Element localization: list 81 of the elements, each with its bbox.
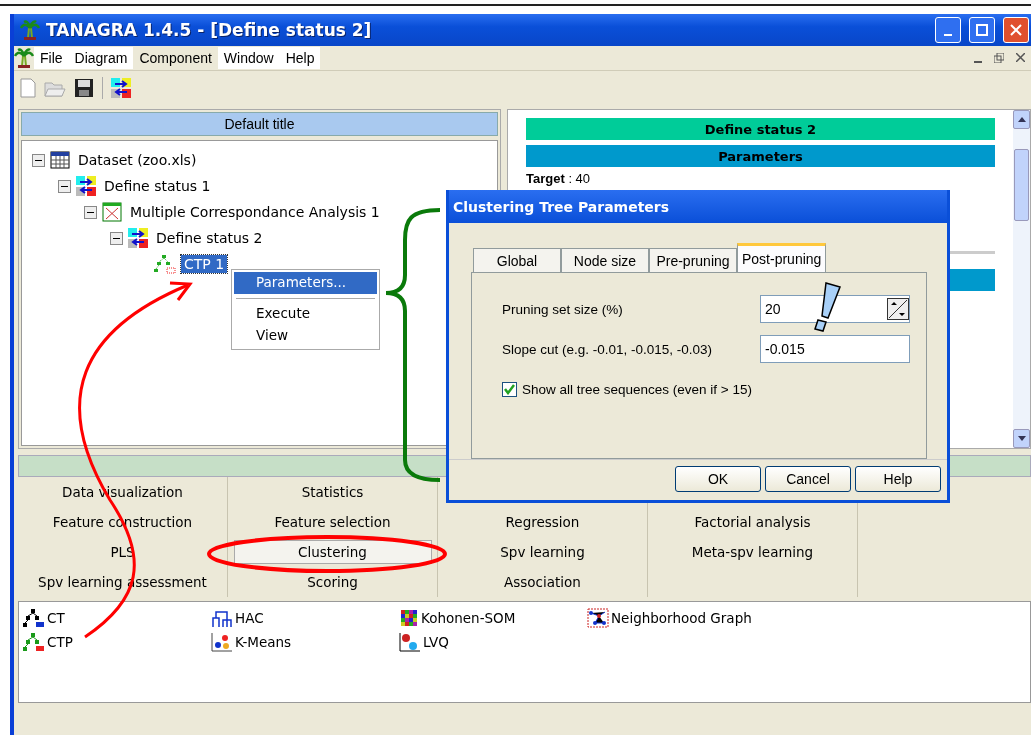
- tab[interactable]: Node size: [561, 248, 649, 273]
- input-field[interactable]: -0.015: [760, 335, 910, 364]
- restore-icon[interactable]: [994, 53, 1004, 63]
- category-tab[interactable]: Association: [444, 571, 641, 593]
- tool-item[interactable]: Kohonen-SOM: [421, 610, 516, 626]
- arrows-icon: [76, 176, 96, 196]
- chart-icon: [102, 202, 122, 222]
- close-icon: [1010, 24, 1022, 36]
- palm-tree-icon: [20, 20, 40, 40]
- category-tab[interactable]: Statistics: [234, 481, 431, 503]
- pane-title: Default title: [21, 112, 498, 136]
- tree-node[interactable]: Multiple Correspondance Analysis 1: [127, 203, 383, 221]
- maximize-button[interactable]: [969, 17, 995, 43]
- scrollbar[interactable]: [1013, 110, 1030, 448]
- up-arrow-icon[interactable]: [1017, 117, 1026, 122]
- save-icon[interactable]: [74, 78, 94, 98]
- grid-icon: [399, 608, 419, 628]
- collapse-toggle[interactable]: [32, 153, 45, 167]
- down-arrow-icon[interactable]: [1017, 436, 1026, 441]
- report-title: Define status 2: [526, 118, 995, 140]
- category-tab[interactable]: Scoring: [234, 571, 431, 593]
- tree-node[interactable]: Define status 2: [153, 229, 266, 247]
- dialog-button[interactable]: OK: [675, 466, 761, 492]
- section-header: Parameters: [526, 145, 995, 167]
- field-label: Slope cut (e.g. -0.01, -0.015, -0.03): [502, 342, 714, 357]
- menu-item[interactable]: Window: [217, 47, 280, 69]
- tab[interactable]: Post-pruning: [737, 243, 827, 273]
- graph-icon: [587, 608, 609, 628]
- exclamation-drawing: [814, 282, 841, 332]
- tool-item[interactable]: CT: [47, 610, 65, 626]
- category-tab[interactable]: Factorial analysis: [654, 511, 851, 533]
- spin-icon[interactable]: [887, 298, 909, 321]
- minimize-icon: [944, 34, 952, 36]
- checkbox-label: Show all tree sequences (even if > 15): [522, 382, 752, 397]
- category-tab[interactable]: Feature selection: [234, 511, 431, 533]
- table-icon: [50, 151, 70, 169]
- category-tab[interactable]: Clustering: [233, 540, 432, 564]
- tree-node[interactable]: Define status 1: [101, 177, 214, 195]
- tree-icon: [154, 254, 176, 274]
- scatter-icon: [211, 632, 233, 652]
- dialog-title: Clustering Tree Parameters: [449, 190, 947, 224]
- palm-tree-icon: [14, 48, 34, 68]
- collapse-toggle[interactable]: [84, 205, 97, 219]
- minimize-button[interactable]: [935, 17, 961, 43]
- menu-item[interactable]: View: [234, 325, 377, 347]
- menu-item[interactable]: File: [34, 47, 69, 69]
- spin-field[interactable]: 20: [760, 295, 910, 324]
- dialog-button[interactable]: Help: [855, 466, 941, 492]
- menu-item[interactable]: Parameters...: [234, 272, 377, 294]
- category-tab[interactable]: Spv learning: [444, 541, 641, 563]
- tool-item[interactable]: HAC: [235, 610, 264, 626]
- close-icon[interactable]: [1016, 53, 1025, 62]
- dialog-button[interactable]: Cancel: [765, 466, 851, 492]
- menu-item[interactable]: Execute: [234, 303, 377, 325]
- menu-item[interactable]: Help: [279, 47, 321, 69]
- tab[interactable]: Global: [473, 248, 561, 273]
- window-title: TANAGRA 1.4.5 - [Define status 2]: [46, 20, 373, 40]
- category-tab[interactable]: Meta-spv learning: [654, 541, 851, 563]
- tree-node[interactable]: Dataset (zoo.xls): [75, 151, 200, 169]
- dendrogram-icon: [211, 608, 233, 628]
- arrows-icon: [111, 78, 131, 98]
- tree-node[interactable]: CTP 1: [181, 255, 228, 273]
- arrows-icon: [128, 228, 148, 248]
- tool-item[interactable]: LVQ: [423, 634, 449, 650]
- tool-item[interactable]: K-Means: [235, 634, 292, 650]
- tool-item[interactable]: CTP: [47, 634, 73, 650]
- field-label: Pruning set size (%): [502, 302, 624, 317]
- tool-item[interactable]: Neighborhood Graph: [611, 610, 752, 626]
- scatter-icon: [399, 632, 421, 652]
- report-line: Target : 40: [526, 172, 592, 186]
- close-button[interactable]: [1003, 17, 1029, 43]
- scroll-thumb[interactable]: [1014, 149, 1029, 221]
- tab[interactable]: Pre-pruning: [649, 248, 737, 273]
- category-tab[interactable]: Regression: [444, 511, 641, 533]
- checkbox[interactable]: [502, 382, 517, 397]
- maximize-icon: [976, 24, 988, 36]
- collapse-toggle[interactable]: [58, 179, 71, 193]
- collapse-toggle[interactable]: [110, 231, 123, 245]
- menu-item[interactable]: Diagram: [68, 47, 134, 69]
- tree-icon: [23, 608, 45, 628]
- tree-icon: [23, 632, 45, 652]
